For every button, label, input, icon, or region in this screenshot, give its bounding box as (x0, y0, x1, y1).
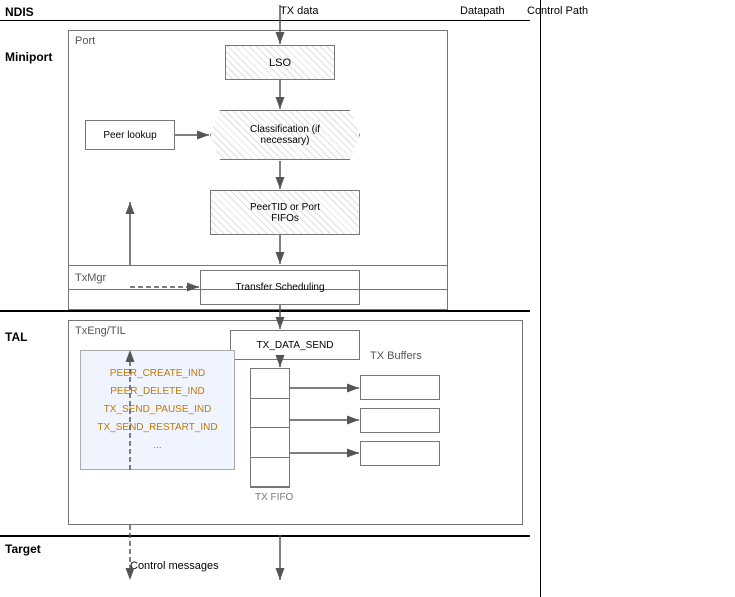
buffer-box-2 (360, 408, 440, 433)
fifo-row-1 (251, 369, 289, 399)
lso-label: LSO (269, 57, 291, 69)
controlpath-label: Control Path (527, 5, 588, 18)
peertid-box: PeerTID or PortFIFOs (210, 190, 360, 235)
top-divider (0, 20, 530, 21)
tx-buffers-label: TX Buffers (370, 350, 422, 362)
buffer-box-1 (360, 375, 440, 400)
transfer-scheduling-label: Transfer Scheduling (235, 282, 324, 293)
txmgr-label: TxMgr (75, 272, 106, 284)
control-messages-label: Control messages (130, 560, 219, 572)
target-label: Target (5, 542, 41, 556)
lso-box: LSO (225, 45, 335, 80)
diagram: NDIS TX data Datapath Control Path Minip… (0, 0, 735, 597)
tx-data-send-label: TX_DATA_SEND (257, 340, 334, 351)
txeng-label: TxEng/TIL (75, 325, 126, 337)
port-label: Port (75, 35, 95, 47)
fifo-row-2 (251, 399, 289, 429)
classification-box: Classification (ifnecessary) (210, 110, 360, 160)
tx-data-send-box: TX_DATA_SEND (230, 330, 360, 360)
peer-lookup-label: Peer lookup (103, 130, 156, 141)
fifo-row-3 (251, 428, 289, 458)
ndis-label: NDIS (5, 5, 34, 19)
mid-divider (0, 310, 530, 312)
ind-line-5: ... (153, 440, 161, 451)
fifo-label: TX FIFO (255, 492, 293, 503)
transfer-scheduling-box: Transfer Scheduling (200, 270, 360, 305)
tal-label: TAL (5, 330, 27, 344)
fifo-row-4 (251, 458, 289, 488)
datapath-label: Datapath (460, 5, 505, 17)
peertid-label: PeerTID or PortFIFOs (250, 202, 320, 224)
bot-divider (0, 535, 530, 537)
ind-line-3: TX_SEND_PAUSE_IND (104, 404, 212, 415)
indications-text: PEER_CREATE_IND PEER_DELETE_IND TX_SEND_… (97, 365, 217, 455)
tx-data-label: TX data (280, 5, 319, 17)
miniport-label: Miniport (5, 50, 52, 64)
ind-line-4: TX_SEND_RESTART_IND (97, 422, 217, 433)
buffer-box-3 (360, 441, 440, 466)
classif-label: Classification (ifnecessary) (250, 124, 320, 146)
control-path-line (540, 0, 541, 597)
indications-box: PEER_CREATE_IND PEER_DELETE_IND TX_SEND_… (80, 350, 235, 470)
fifo-column (250, 368, 290, 488)
peer-lookup-box: Peer lookup (85, 120, 175, 150)
ind-line-1: PEER_CREATE_IND (110, 368, 205, 379)
ind-line-2: PEER_DELETE_IND (110, 386, 204, 397)
